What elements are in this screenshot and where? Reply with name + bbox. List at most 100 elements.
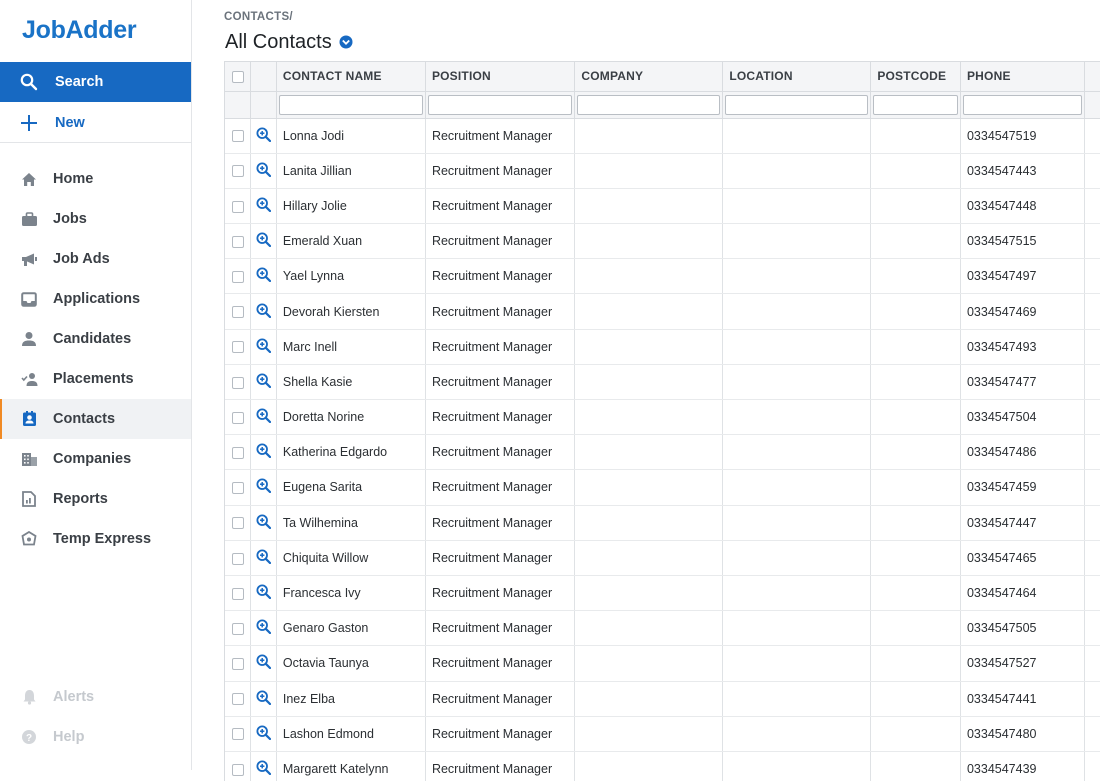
table-row[interactable]: Eugena Sarita Recruitment Manager 03345474… bbox=[225, 469, 1100, 506]
row-checkbox[interactable] bbox=[231, 552, 244, 565]
zoom-in-icon[interactable] bbox=[256, 197, 272, 215]
row-checkbox[interactable] bbox=[231, 130, 244, 143]
postcode-cell[interactable] bbox=[870, 293, 961, 330]
postcode-cell[interactable] bbox=[870, 258, 961, 295]
nav-item-placements[interactable]: Placements bbox=[0, 359, 191, 399]
row-checkbox[interactable] bbox=[231, 517, 244, 530]
location-cell[interactable] bbox=[722, 258, 872, 295]
location-cell[interactable] bbox=[722, 118, 872, 154]
contact-name-cell[interactable]: Yael Lynna bbox=[276, 258, 426, 295]
company-filter-input[interactable] bbox=[577, 95, 721, 115]
phone-cell[interactable]: 0334547519 bbox=[960, 118, 1085, 154]
company-cell[interactable] bbox=[574, 645, 724, 682]
postcode-cell[interactable] bbox=[870, 399, 961, 436]
zoom-in-icon[interactable] bbox=[256, 232, 272, 250]
row-checkbox[interactable] bbox=[231, 376, 244, 389]
table-row[interactable]: Genaro Gaston Recruitment Manager 03345475… bbox=[225, 610, 1100, 647]
location-cell[interactable] bbox=[722, 505, 872, 541]
zoom-in-icon[interactable] bbox=[256, 584, 272, 602]
row-checkbox[interactable] bbox=[231, 587, 244, 600]
phone-cell[interactable]: 0334547464 bbox=[960, 575, 1085, 612]
contact-name-cell[interactable]: Doretta Norine bbox=[276, 399, 426, 436]
location-cell[interactable] bbox=[722, 751, 872, 781]
row-checkbox[interactable] bbox=[231, 165, 244, 178]
nav-item-reports[interactable]: Reports bbox=[0, 479, 191, 519]
company-cell[interactable] bbox=[574, 505, 724, 541]
position-filter-input[interactable] bbox=[427, 95, 573, 115]
table-row[interactable]: Yael Lynna Recruitment Manager 0334547497 bbox=[225, 258, 1100, 295]
table-row[interactable]: Ta Wilhemina Recruitment Manager 033454744… bbox=[225, 505, 1100, 541]
position-cell[interactable]: Recruitment Manager bbox=[425, 681, 576, 717]
phone-cell[interactable]: 0334547477 bbox=[960, 364, 1085, 401]
company-cell[interactable] bbox=[574, 751, 724, 781]
phone-cell[interactable]: 0334547448 bbox=[960, 188, 1085, 225]
position-cell[interactable]: Recruitment Manager bbox=[425, 434, 576, 471]
phone-cell[interactable]: 0334547505 bbox=[960, 610, 1085, 647]
column-header-postcode[interactable]: POSTCODE bbox=[870, 62, 961, 92]
position-cell[interactable]: Recruitment Manager bbox=[425, 329, 576, 365]
company-cell[interactable] bbox=[574, 258, 724, 295]
contact-name-cell[interactable]: Francesca Ivy bbox=[276, 575, 426, 612]
select-all-checkbox[interactable] bbox=[231, 71, 244, 84]
nav-item-jobs[interactable]: Jobs bbox=[0, 199, 191, 239]
company-cell[interactable] bbox=[574, 153, 724, 189]
postcode-cell[interactable] bbox=[870, 540, 961, 576]
phone-filter-input[interactable] bbox=[962, 95, 1082, 115]
position-cell[interactable]: Recruitment Manager bbox=[425, 293, 576, 330]
position-cell[interactable]: Recruitment Manager bbox=[425, 153, 576, 189]
phone-cell[interactable]: 0334547447 bbox=[960, 505, 1085, 541]
contact-name-cell[interactable]: Devorah Kiersten bbox=[276, 293, 426, 330]
zoom-in-icon[interactable] bbox=[256, 267, 272, 285]
company-cell[interactable] bbox=[574, 364, 724, 401]
table-row[interactable]: Octavia Taunya Recruitment Manager 0334547… bbox=[225, 645, 1100, 682]
table-row[interactable]: Shella Kasie Recruitment Manager 033454747… bbox=[225, 364, 1100, 401]
company-cell[interactable] bbox=[574, 681, 724, 717]
contact-name-cell[interactable]: Octavia Taunya bbox=[276, 645, 426, 682]
zoom-in-icon[interactable] bbox=[256, 725, 272, 743]
nav-item-applications[interactable]: Applications bbox=[0, 279, 191, 319]
table-row[interactable]: Inez Elba Recruitment Manager 0334547441 bbox=[225, 681, 1100, 717]
postcode-cell[interactable] bbox=[870, 223, 961, 260]
contact-name-cell[interactable]: Hillary Jolie bbox=[276, 188, 426, 225]
postcode-cell[interactable] bbox=[870, 645, 961, 682]
phone-cell[interactable]: 0334547465 bbox=[960, 540, 1085, 576]
row-checkbox[interactable] bbox=[231, 411, 244, 424]
zoom-in-icon[interactable] bbox=[256, 760, 272, 778]
contact-name-cell[interactable]: Katherina Edgardo bbox=[276, 434, 426, 471]
zoom-in-icon[interactable] bbox=[256, 478, 272, 496]
table-row[interactable]: Lashon Edmond Recruitment Manager 03345474… bbox=[225, 716, 1100, 752]
zoom-in-icon[interactable] bbox=[256, 690, 272, 708]
location-cell[interactable] bbox=[722, 293, 872, 330]
table-row[interactable]: Lonna Jodi Recruitment Manager 0334547519 bbox=[225, 118, 1100, 154]
row-checkbox[interactable] bbox=[231, 728, 244, 741]
postcode-cell[interactable] bbox=[870, 329, 961, 365]
postcode-cell[interactable] bbox=[870, 575, 961, 612]
search-button[interactable]: Search bbox=[0, 62, 191, 102]
zoom-in-icon[interactable] bbox=[256, 162, 272, 180]
zoom-in-icon[interactable] bbox=[256, 619, 272, 637]
postcode-cell[interactable] bbox=[870, 716, 961, 752]
zoom-in-icon[interactable] bbox=[256, 408, 272, 426]
position-cell[interactable]: Recruitment Manager bbox=[425, 575, 576, 612]
position-cell[interactable]: Recruitment Manager bbox=[425, 188, 576, 225]
company-cell[interactable] bbox=[574, 716, 724, 752]
position-cell[interactable]: Recruitment Manager bbox=[425, 645, 576, 682]
nav-item-help[interactable]: ? Help bbox=[0, 717, 191, 757]
contact-name-cell[interactable]: Genaro Gaston bbox=[276, 610, 426, 647]
phone-cell[interactable]: 0334547497 bbox=[960, 258, 1085, 295]
company-cell[interactable] bbox=[574, 399, 724, 436]
phone-cell[interactable]: 0334547504 bbox=[960, 399, 1085, 436]
row-checkbox[interactable] bbox=[231, 482, 244, 495]
table-row[interactable]: Doretta Norine Recruitment Manager 0334547… bbox=[225, 399, 1100, 436]
nav-item-candidates[interactable]: Candidates bbox=[0, 319, 191, 359]
company-cell[interactable] bbox=[574, 575, 724, 612]
zoom-in-icon[interactable] bbox=[256, 514, 272, 532]
contact-name-cell[interactable]: Eugena Sarita bbox=[276, 469, 426, 506]
company-cell[interactable] bbox=[574, 469, 724, 506]
position-cell[interactable]: Recruitment Manager bbox=[425, 540, 576, 576]
nav-item-contacts[interactable]: Contacts bbox=[0, 399, 191, 439]
table-row[interactable]: Hillary Jolie Recruitment Manager 03345474… bbox=[225, 188, 1100, 225]
column-header-company[interactable]: COMPANY bbox=[574, 62, 724, 92]
company-cell[interactable] bbox=[574, 434, 724, 471]
column-header-next[interactable] bbox=[1084, 62, 1100, 92]
